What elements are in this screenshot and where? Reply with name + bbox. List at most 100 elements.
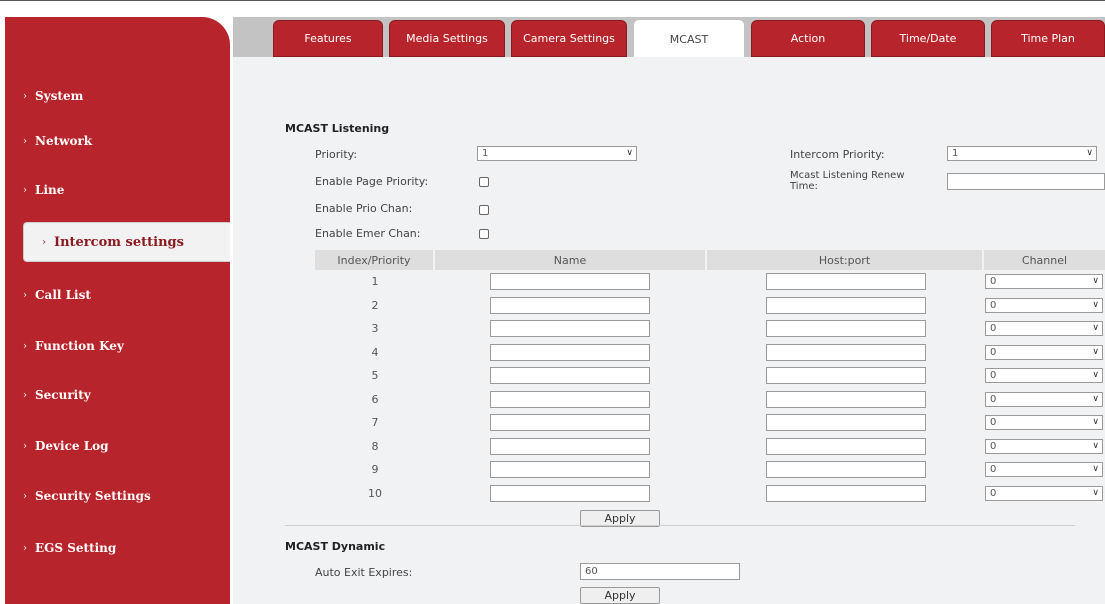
chevron-down-icon: ∨	[1086, 148, 1093, 158]
sidebar-item-label: Line	[35, 183, 65, 197]
host-port-input[interactable]	[766, 391, 926, 408]
renew-time-label: Mcast Listening Renew Time:	[790, 170, 905, 192]
sidebar-item-intercom-settings[interactable]: › Intercom settings	[23, 222, 230, 262]
enable-prio-chan-label: Enable Prio Chan:	[315, 202, 413, 215]
column-header-host: Host:port	[707, 250, 982, 270]
row-index: 10	[368, 487, 382, 500]
chevron-down-icon: ∨	[1092, 394, 1099, 404]
channel-value: 0	[990, 464, 997, 475]
host-port-input[interactable]	[766, 461, 926, 478]
tab-label: Camera Settings	[523, 32, 615, 45]
sidebar-item-network[interactable]: › Network	[5, 124, 230, 158]
chevron-down-icon: ∨	[1092, 323, 1099, 333]
apply-dynamic-button[interactable]: Apply	[580, 587, 660, 604]
channel-value: 0	[990, 394, 997, 405]
sidebar-item-call-list[interactable]: › Call List	[5, 278, 230, 312]
channel-value: 0	[990, 370, 997, 381]
channel-value: 0	[990, 347, 997, 358]
channel-select[interactable]: 0 ∨	[985, 486, 1103, 501]
channel-select[interactable]: 0 ∨	[985, 345, 1103, 360]
host-port-input[interactable]	[766, 485, 926, 502]
host-port-input[interactable]	[766, 273, 926, 290]
row-index: 1	[371, 275, 379, 288]
tab-action[interactable]: Action	[751, 20, 865, 57]
host-port-input[interactable]	[766, 344, 926, 361]
renew-time-input[interactable]	[947, 173, 1105, 190]
tab-mcast[interactable]: MCAST	[633, 19, 745, 59]
name-input[interactable]	[490, 273, 650, 290]
channel-select[interactable]: 0 ∨	[985, 274, 1103, 289]
section-title-mcast-listening: MCAST Listening	[285, 122, 390, 135]
tab-label: Time/Date	[899, 32, 957, 45]
channel-select[interactable]: 0 ∨	[985, 321, 1103, 336]
section-title-mcast-dynamic: MCAST Dynamic	[285, 540, 386, 553]
name-input[interactable]	[490, 485, 650, 502]
host-port-input[interactable]	[766, 297, 926, 314]
priority-select[interactable]: 1 ∨	[477, 146, 637, 161]
enable-emer-chan-checkbox[interactable]	[479, 229, 489, 239]
host-port-input[interactable]	[766, 438, 926, 455]
name-input[interactable]	[490, 320, 650, 337]
row-index: 5	[371, 369, 379, 382]
tab-camera-settings[interactable]: Camera Settings	[511, 20, 627, 57]
chevron-right-icon: ›	[42, 236, 46, 248]
enable-prio-chan-checkbox[interactable]	[479, 205, 489, 215]
enable-emer-chan-label: Enable Emer Chan:	[315, 227, 421, 240]
chevron-right-icon: ›	[23, 184, 27, 196]
name-input[interactable]	[490, 414, 650, 431]
sidebar-item-egs-setting[interactable]: › EGS Setting	[5, 531, 230, 565]
tab-label: Media Settings	[406, 32, 488, 45]
host-port-input[interactable]	[766, 367, 926, 384]
channel-select[interactable]: 0 ∨	[985, 368, 1103, 383]
sidebar-item-label: Network	[35, 134, 93, 148]
sidebar-item-label: Function Key	[35, 339, 124, 353]
host-port-input[interactable]	[766, 320, 926, 337]
sidebar-item-label: Security Settings	[35, 489, 151, 503]
name-input[interactable]	[490, 461, 650, 478]
sidebar-item-line[interactable]: › Line	[5, 173, 230, 207]
name-input[interactable]	[490, 367, 650, 384]
tab-label: Time Plan	[1021, 32, 1075, 45]
row-index: 4	[371, 346, 379, 359]
top-divider	[0, 0, 1105, 1]
tab-bar: Features Media Settings Camera Settings …	[233, 17, 1105, 59]
channel-select[interactable]: 0 ∨	[985, 439, 1103, 454]
intercom-priority-select[interactable]: 1 ∨	[947, 146, 1097, 161]
chevron-down-icon: ∨	[1092, 276, 1099, 286]
name-input[interactable]	[490, 297, 650, 314]
tab-label: Action	[790, 32, 826, 45]
chevron-down-icon: ∨	[1092, 441, 1099, 451]
enable-page-priority-checkbox[interactable]	[479, 177, 489, 187]
sidebar-item-security-settings[interactable]: › Security Settings	[5, 479, 230, 513]
tab-label: MCAST	[669, 32, 709, 46]
chevron-down-icon: ∨	[626, 148, 633, 158]
sidebar-item-system[interactable]: › System	[5, 79, 230, 113]
chevron-right-icon: ›	[23, 440, 27, 452]
priority-label: Priority:	[315, 148, 358, 161]
chevron-right-icon: ›	[23, 542, 27, 554]
chevron-right-icon: ›	[23, 135, 27, 147]
channel-select[interactable]: 0 ∨	[985, 415, 1103, 430]
host-port-input[interactable]	[766, 414, 926, 431]
tab-features[interactable]: Features	[273, 20, 383, 57]
name-input[interactable]	[490, 438, 650, 455]
chevron-down-icon: ∨	[1092, 488, 1099, 498]
sidebar-item-security[interactable]: › Security	[5, 378, 230, 412]
name-input[interactable]	[490, 344, 650, 361]
sidebar-item-function-key[interactable]: › Function Key	[5, 329, 230, 363]
chevron-right-icon: ›	[23, 90, 27, 102]
tab-media-settings[interactable]: Media Settings	[389, 20, 505, 57]
row-index: 8	[371, 440, 379, 453]
column-header-index: Index/Priority	[315, 250, 433, 270]
tab-time-date[interactable]: Time/Date	[871, 20, 985, 57]
sidebar-item-device-log[interactable]: › Device Log	[5, 429, 230, 463]
enable-page-priority-label: Enable Page Priority:	[315, 175, 429, 188]
section-divider	[285, 525, 1075, 526]
channel-value: 0	[990, 488, 997, 499]
channel-select[interactable]: 0 ∨	[985, 298, 1103, 313]
name-input[interactable]	[490, 391, 650, 408]
channel-select[interactable]: 0 ∨	[985, 462, 1103, 477]
channel-select[interactable]: 0 ∨	[985, 392, 1103, 407]
auto-exit-expires-input[interactable]: 60	[580, 563, 740, 580]
tab-time-plan[interactable]: Time Plan	[991, 20, 1105, 57]
